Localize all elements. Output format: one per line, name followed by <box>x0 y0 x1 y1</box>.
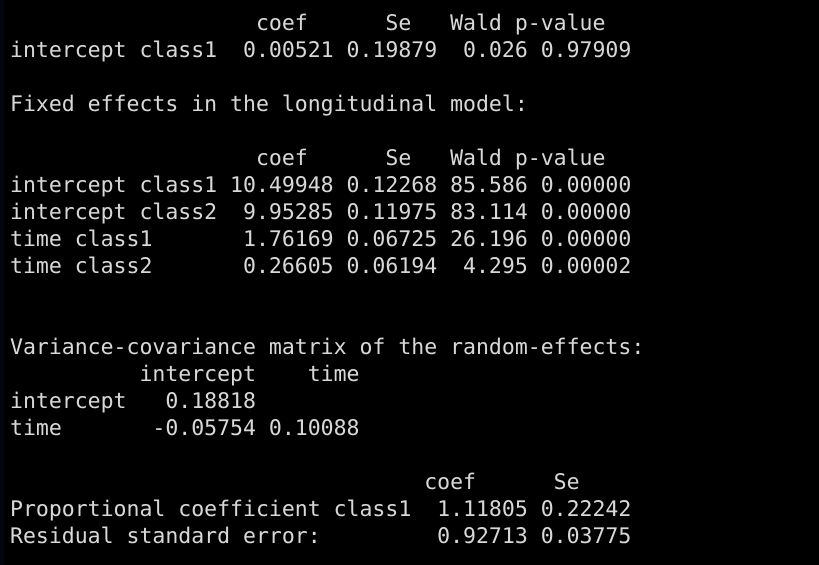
console-line: intercept class1 10.49948 0.12268 85.586… <box>10 173 632 198</box>
console-line: time class2 0.26605 0.06194 4.295 0.0000… <box>10 254 632 279</box>
console-line: time class1 1.76169 0.06725 26.196 0.000… <box>10 227 632 252</box>
console-line: Fixed effects in the longitudinal model: <box>10 92 528 117</box>
terminal-window: coef Se Wald p-value intercept class1 0.0… <box>0 0 819 565</box>
console-line: coef Se Wald p-value <box>10 146 606 171</box>
console-line: Proportional coefficient class1 1.11805 … <box>10 497 632 522</box>
console-line: Variance-covariance matrix of the random… <box>10 335 645 360</box>
console-line: intercept 0.18818 <box>10 389 256 414</box>
console-line: time -0.05754 0.10088 <box>10 416 360 441</box>
console-line: Residual standard error: 0.92713 0.03775 <box>10 524 632 549</box>
console-line: coef Se Wald p-value <box>10 11 606 36</box>
console-line: intercept time <box>10 362 360 387</box>
console-line: intercept class1 0.00521 0.19879 0.026 0… <box>10 38 632 63</box>
console-line: intercept class2 9.95285 0.11975 83.114 … <box>10 200 632 225</box>
terminal-output-text[interactable]: coef Se Wald p-value intercept class1 0.0… <box>0 0 819 565</box>
console-line: coef Se <box>10 470 580 495</box>
